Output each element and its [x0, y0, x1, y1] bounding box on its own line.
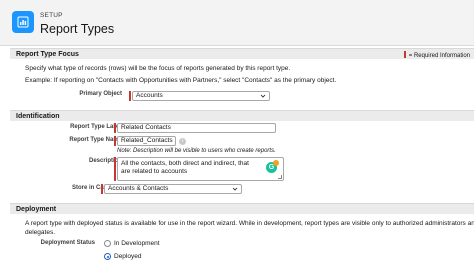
primary-object-select[interactable]: Accounts: [132, 91, 270, 101]
report-type-label-input[interactable]: Related Contacts: [117, 123, 276, 133]
deployment-description-line-1: A report type with deployed status is av…: [25, 220, 474, 227]
radio-label-deployed: Deployed: [114, 253, 142, 260]
grammarly-icon[interactable]: G: [266, 160, 279, 173]
section-deployment: Deployment: [10, 203, 474, 214]
report-type-label-label: Report Type Label: [70, 124, 122, 130]
description-note: Note: Description will be visible to use…: [117, 148, 276, 154]
chevron-down-icon: [260, 94, 266, 98]
description-textarea[interactable]: All the contacts, both direct and indire…: [117, 157, 284, 181]
report-types-icon: [12, 11, 34, 33]
category-select[interactable]: Accounts & Contacts: [104, 184, 242, 194]
required-indicator: [129, 91, 131, 101]
report-type-name-input[interactable]: Related_Contacts: [117, 136, 176, 146]
radio-in-development[interactable]: [104, 240, 111, 247]
info-icon[interactable]: i: [179, 138, 186, 145]
section-title: Identification: [16, 112, 60, 120]
deployment-status-label: Deployment Status: [40, 240, 95, 246]
report-type-name-label: Report Type Name: [69, 137, 122, 143]
required-legend: = Required Information: [403, 51, 470, 59]
page-header: SETUP Report Types: [0, 0, 474, 46]
radio-deployed[interactable]: [104, 253, 111, 260]
radio-label-in-development: In Development: [114, 240, 160, 247]
required-indicator: [101, 184, 103, 194]
primary-object-label: Primary Object: [79, 91, 122, 97]
focus-description: Specify what type of records (rows) will…: [25, 65, 291, 72]
focus-example: Example: If reporting on "Contacts with …: [25, 77, 337, 84]
section-identification: Identification: [10, 110, 474, 121]
page-title: Report Types: [40, 22, 115, 36]
section-title: Deployment: [16, 205, 57, 213]
chevron-down-icon: [232, 187, 238, 191]
deployment-description-line-2: delegates.: [25, 229, 55, 236]
section-title: Report Type Focus: [16, 50, 79, 58]
resize-handle[interactable]: [278, 175, 282, 179]
description-label: Description: [88, 158, 122, 164]
required-indicator: [114, 157, 116, 181]
setup-label: SETUP: [40, 12, 63, 19]
required-indicator: [114, 136, 116, 146]
section-report-type-focus: Report Type Focus = Required Information: [10, 48, 474, 59]
required-indicator: [114, 123, 116, 133]
